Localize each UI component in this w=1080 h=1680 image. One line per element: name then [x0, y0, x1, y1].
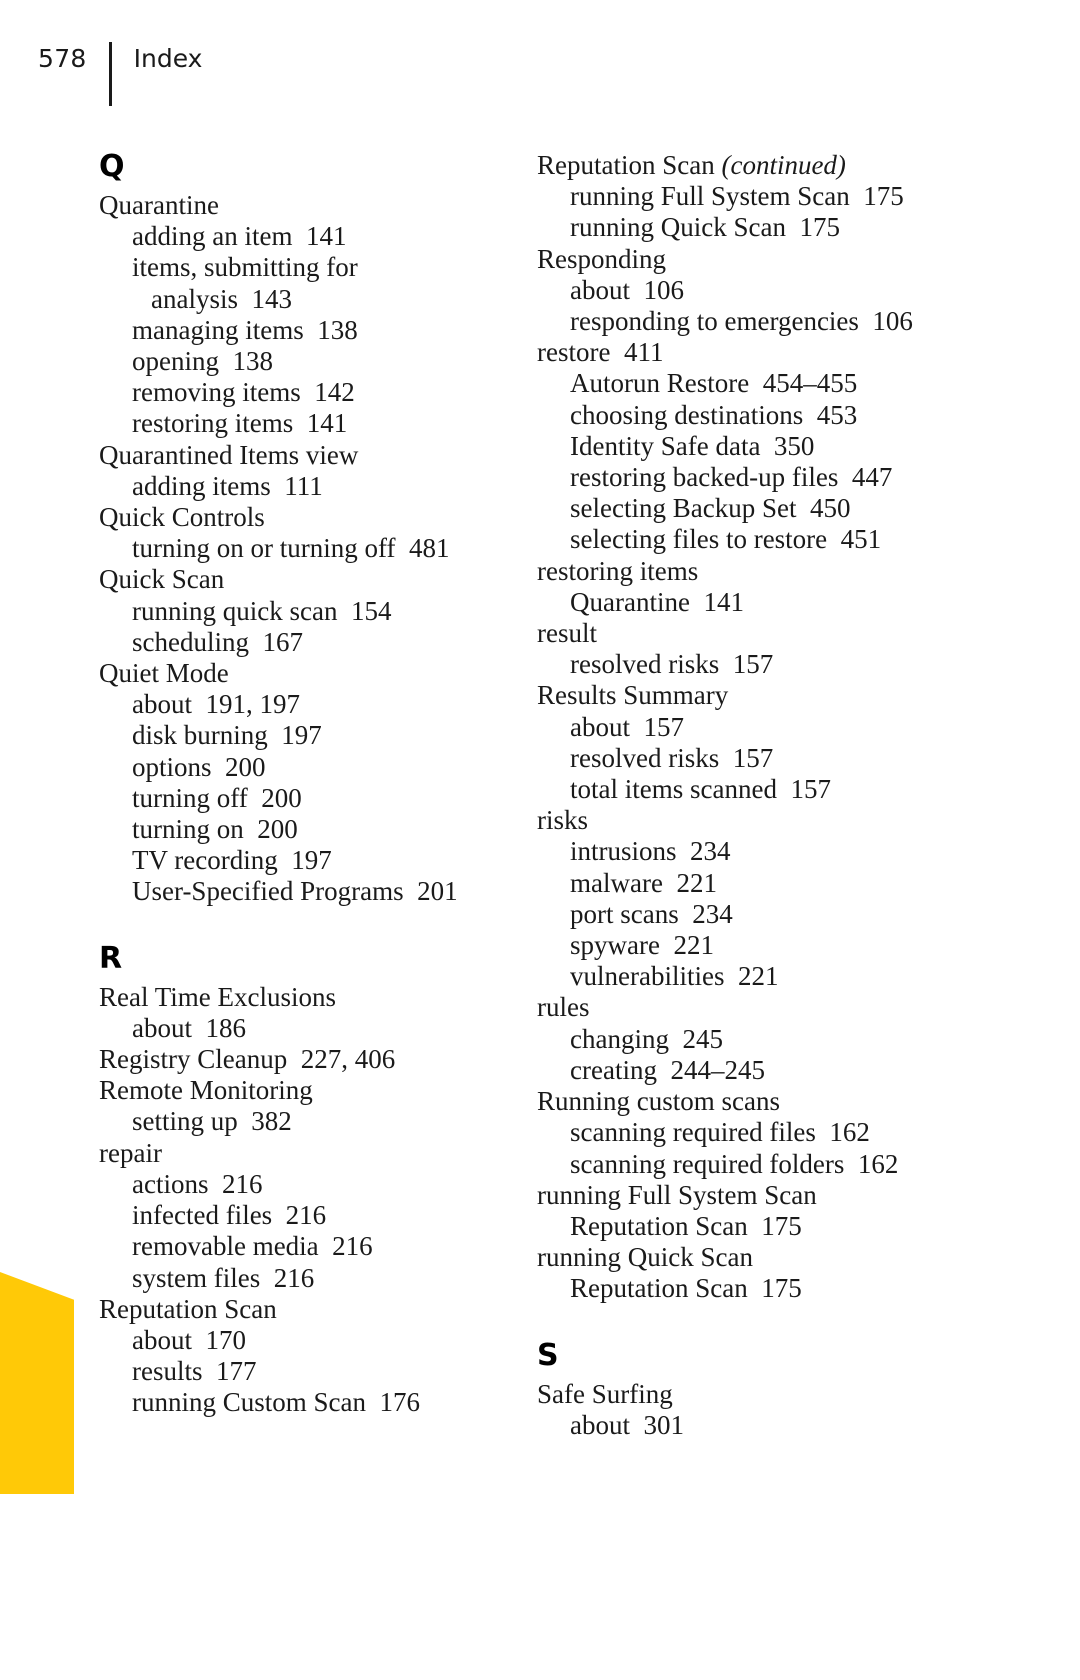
index-entry-main: running Full System Scan — [537, 1179, 817, 1210]
index-entry-sub: adding an item 141 — [132, 221, 347, 252]
index-entry-main: Quarantine — [99, 190, 219, 220]
index-entry-sub: restoring items 141 — [132, 408, 348, 439]
index-entry-sub: responding to emergencies 106 — [570, 306, 913, 337]
header-divider-rule — [108, 42, 112, 106]
index-entry-sub: turning on or turning off 481 — [132, 533, 450, 564]
index-entry-sub: selecting files to restore 451 — [570, 524, 882, 555]
header-title: Index — [133, 44, 203, 73]
index-entry-sub: setting up 382 — [132, 1106, 292, 1137]
index-entry-sub: scanning required files 162 — [570, 1117, 870, 1148]
index-entry-sub: opening 138 — [132, 346, 273, 377]
index-entry-sub: changing 245 — [570, 1023, 723, 1054]
index-entry-sub: turning on 200 — [132, 814, 298, 845]
index-entry-sub: running Full System Scan 175 — [570, 181, 904, 212]
index-entry-main: rules — [537, 992, 590, 1023]
index-body: Q Quarantine adding an item 141 items, subm… — [0, 150, 1080, 1530]
index-entry-sub: vulnerabilities 221 — [570, 961, 779, 992]
index-entry-sub: analysis 143 — [151, 283, 292, 314]
index-entry-main: restore 411 — [537, 337, 664, 368]
index-entry-main: Quick Scan — [99, 564, 225, 595]
index-entry-sub: removing items 142 — [132, 377, 355, 408]
index-entry-sub: results 177 — [132, 1356, 257, 1387]
index-entry-sub: about 170 — [132, 1324, 246, 1355]
index-entry-sub: choosing destinations 453 — [570, 399, 858, 430]
index-letter-heading: R — [99, 940, 123, 976]
index-entry-sub: selecting Backup Set 450 — [570, 493, 851, 524]
index-entry-sub: infected files 216 — [132, 1200, 327, 1231]
index-entry-text: Reputation Scan — [537, 150, 722, 180]
index-entry-main: repair — [99, 1137, 162, 1168]
page-number: 578 — [38, 44, 87, 73]
index-entry-sub: Autorun Restore 454–455 — [570, 368, 858, 399]
index-entry-main: Running custom scans — [537, 1086, 780, 1117]
index-column-left: Q Quarantine adding an item 141 items, subm… — [99, 150, 519, 1419]
index-entry-main: Quarantined Items view — [99, 439, 359, 470]
index-entry-main: Quiet Mode — [99, 658, 229, 689]
page-header: 578 Index — [38, 42, 202, 106]
index-entry-sub: about 157 — [570, 711, 684, 742]
index-entry-sub: system files 216 — [132, 1262, 315, 1293]
index-entry-sub: Reputation Scan 175 — [570, 1273, 802, 1304]
index-entry-sub: adding items 111 — [132, 470, 323, 501]
index-entry-main: Quick Controls — [99, 502, 265, 533]
index-entry-sub: Identity Safe data 350 — [570, 430, 815, 461]
index-entry-sub: about 191, 197 — [132, 689, 300, 720]
index-entry-sub: actions 216 — [132, 1168, 263, 1199]
index-entry-sub: items, submitting for — [132, 252, 358, 283]
index-entry-sub: running Custom Scan 176 — [132, 1387, 420, 1418]
index-entry-sub: restoring backed-up files 447 — [570, 462, 893, 493]
continued-marker: (continued) — [721, 150, 846, 180]
index-entry-sub: about 301 — [570, 1409, 684, 1440]
index-entry-sub: spyware 221 — [570, 930, 714, 961]
index-entry-main: result — [537, 618, 597, 649]
index-entry-sub: resolved risks 157 — [570, 649, 774, 680]
index-entry-sub: scheduling 167 — [132, 626, 303, 657]
index-entry-sub: scanning required folders 162 — [570, 1148, 899, 1179]
index-entry-sub: User-Specified Programs 201 — [132, 876, 458, 907]
index-entry-sub: disk burning 197 — [132, 720, 322, 751]
index-entry-sub: Reputation Scan 175 — [570, 1210, 802, 1241]
index-entry-sub: options 200 — [132, 751, 266, 782]
index-entry-main: Registry Cleanup 227, 406 — [99, 1044, 396, 1075]
index-letter-heading: Q — [99, 149, 125, 184]
index-entry-sub: running quick scan 154 — [132, 595, 392, 626]
index-entry-sub: Quarantine 141 — [570, 586, 744, 617]
index-letter-heading: S — [537, 1337, 559, 1373]
index-entry-sub: creating 244–245 — [570, 1054, 765, 1085]
index-entry-sub: port scans 234 — [570, 898, 733, 929]
index-entry-main: Real Time Exclusions — [99, 981, 337, 1012]
index-entry-main: risks — [537, 805, 589, 836]
index-entry-sub: about 106 — [570, 274, 684, 305]
index-column-right: Reputation Scan (continued) running Full … — [537, 150, 957, 1441]
index-entry-sub: total items scanned 157 — [570, 774, 831, 805]
index-entry-sub: managing items 138 — [132, 314, 358, 345]
index-entry-main: Results Summary — [537, 680, 729, 711]
index-entry-main: Safe Surfing — [537, 1378, 673, 1409]
index-entry-main: restoring items — [537, 555, 699, 586]
index-entry-sub: malware 221 — [570, 867, 717, 898]
index-entry-main: Reputation Scan — [99, 1293, 277, 1324]
index-entry-sub: running Quick Scan 175 — [570, 212, 840, 243]
index-entry-sub: about 186 — [132, 1012, 246, 1043]
index-entry-sub: intrusions 234 — [570, 836, 731, 867]
index-entry-sub: resolved risks 157 — [570, 742, 774, 773]
index-entry-main: Reputation Scan (continued) — [537, 150, 957, 181]
index-entry-main: Responding — [537, 243, 667, 274]
index-entry-main: Remote Monitoring — [99, 1075, 313, 1106]
index-entry-sub: TV recording 197 — [132, 845, 332, 876]
index-entry-sub: removable media 216 — [132, 1231, 373, 1262]
index-entry-main: running Quick Scan — [537, 1242, 753, 1273]
index-entry-sub: turning off 200 — [132, 782, 302, 813]
